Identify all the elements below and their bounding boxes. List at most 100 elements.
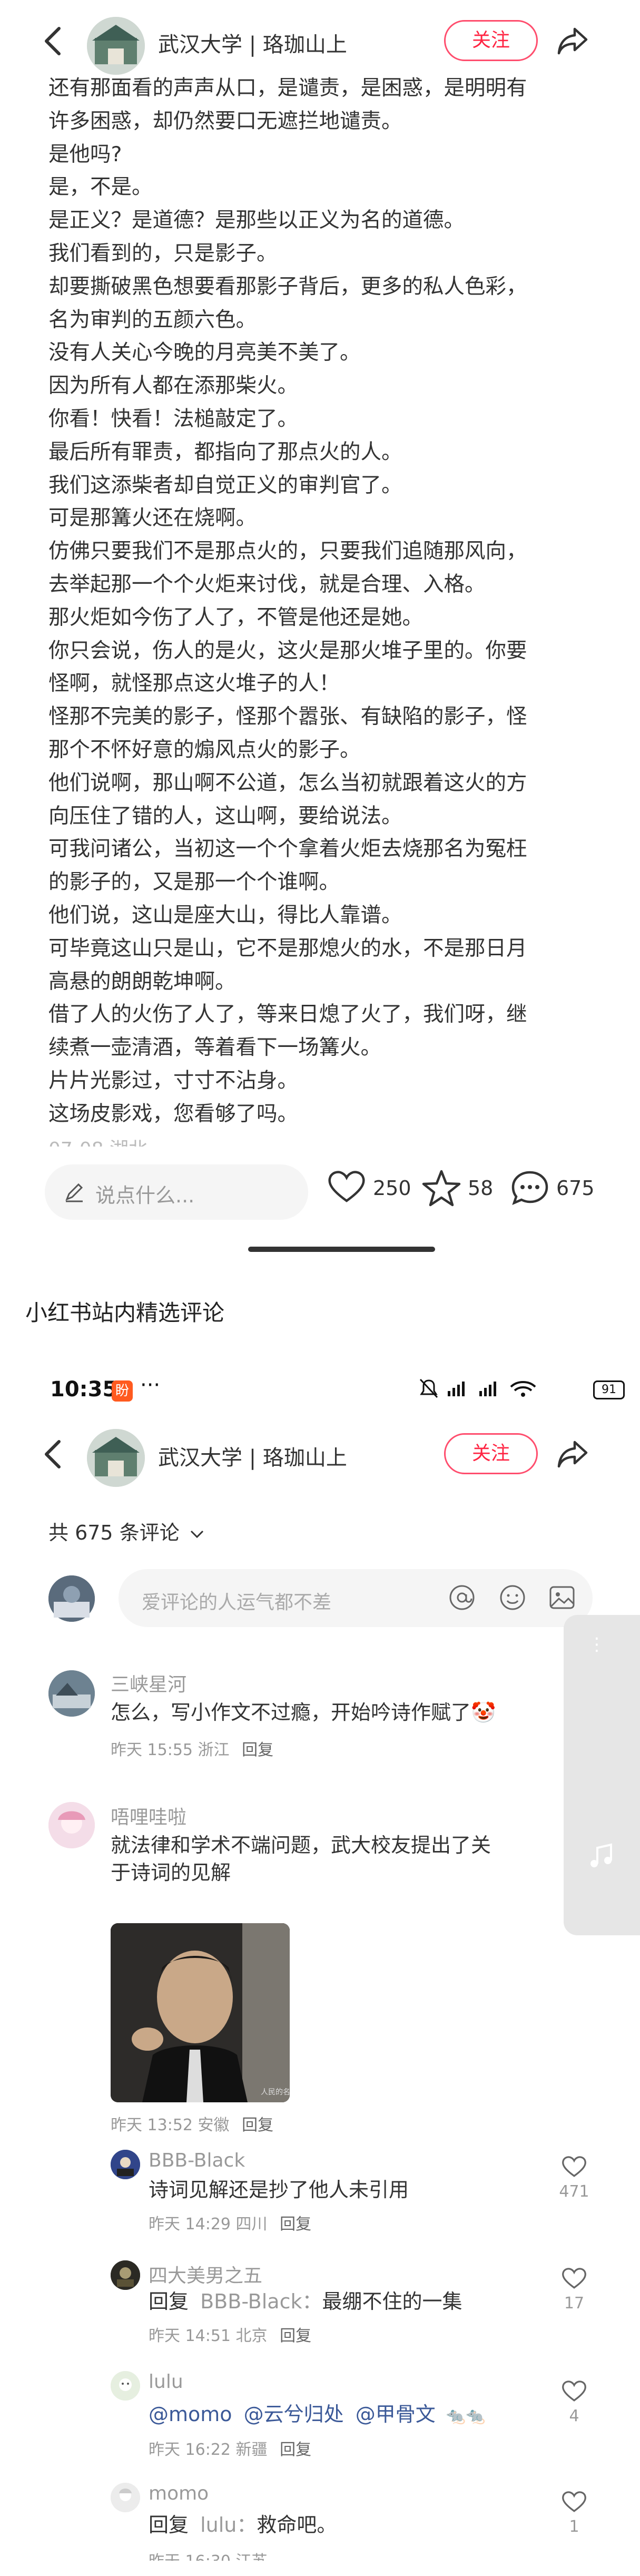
music-note-icon xyxy=(590,1843,612,1867)
commenter-avatar[interactable] xyxy=(48,1802,95,1848)
reply-time-location: 昨天 16:30 江苏 xyxy=(149,2552,268,2561)
mention-link[interactable]: @甲骨文 xyxy=(356,2403,436,2426)
emoji-icon[interactable] xyxy=(498,1583,527,1612)
article-line: 因为所有人都在添那柴火。 xyxy=(48,374,298,398)
replier-avatar[interactable] xyxy=(111,2371,140,2401)
replier-name[interactable]: BBB-Black xyxy=(149,2150,245,2171)
article-line: 那个不怀好意的煽风点火的影子。 xyxy=(48,737,361,762)
chevron-down-icon xyxy=(190,1530,203,1539)
article-line: 是正义？是道德？是那些以正义为名的道德。 xyxy=(48,208,465,233)
reply-text: 诗词见解还是抄了他人未引用 xyxy=(149,2178,409,2201)
back-arrow-icon[interactable] xyxy=(42,1438,63,1470)
comment-bubble-icon xyxy=(511,1171,548,1206)
reply-target[interactable]: lulu： xyxy=(200,2513,257,2536)
reply-like-count: 17 xyxy=(564,2294,585,2313)
comment-count-header[interactable]: 共 675 条评论 xyxy=(48,1516,205,1545)
comment-input-box[interactable]: 爱评论的人运气都不差 xyxy=(119,1569,593,1627)
commenter-avatar[interactable] xyxy=(48,1670,95,1717)
post-date: 07-08 湖北 xyxy=(48,1134,147,1147)
reply-button[interactable]: 回复 xyxy=(280,2441,311,2459)
reply-text: @momo @云兮归处 @甲骨文 🐀🐀 xyxy=(149,2401,486,2430)
heart-icon xyxy=(562,2156,586,2177)
at-mention-icon[interactable] xyxy=(447,1583,477,1612)
article-line: 的影子的，又是那一个个谁啊。 xyxy=(48,870,340,895)
article-line: 去举起那一个个火炬来讨伐，就是合理、入格。 xyxy=(48,572,486,596)
article-line: 是他吗? xyxy=(48,142,122,166)
account-avatar[interactable] xyxy=(87,1429,145,1487)
heart-icon xyxy=(562,2268,586,2289)
reply-target[interactable]: BBB-Black： xyxy=(200,2290,322,2313)
article-line: 可是那篝火还在烧啊。 xyxy=(48,506,257,531)
article-line: 片片光影过，寸寸不沾身。 xyxy=(48,1068,298,1093)
article-body: 还有那面看的声声从口，是谴责，是困惑，是明明有 许多困惑，却仍然要口无遮拦地谴责。… xyxy=(48,72,596,1131)
follow-button[interactable]: 关注 xyxy=(444,20,538,61)
reply-like-button[interactable]: 17 xyxy=(558,2267,590,2313)
replier-avatar[interactable] xyxy=(111,2483,140,2512)
reply-time-location: 昨天 16:22 新疆 xyxy=(149,2441,268,2459)
home-indicator xyxy=(248,1247,435,1252)
article-line: 是，不是。 xyxy=(48,175,153,200)
comment-count-label: 共 675 条评论 xyxy=(48,1521,180,1544)
reply-like-button[interactable]: 1 xyxy=(558,2490,590,2536)
reply-like-button[interactable]: 471 xyxy=(558,2155,590,2201)
mention-link[interactable]: @momo xyxy=(149,2403,232,2426)
article-line: 他们说，这山是座大山，得比人靠谱。 xyxy=(48,903,402,927)
article-line: 最后所有罪责，都指向了那点火的人。 xyxy=(48,439,402,464)
reply-button[interactable]: 回复 xyxy=(242,1741,273,1759)
signal-wifi-icons xyxy=(416,1377,590,1405)
comment-meta: 昨天 15:55 浙江 回复 xyxy=(111,1737,273,1760)
reply-meta: 昨天 16:30 江苏 xyxy=(149,2548,268,2561)
comment-meta: 昨天 13:52 安徽 回复 xyxy=(111,2112,273,2135)
share-icon[interactable] xyxy=(556,1437,589,1471)
reply-button[interactable]: 回复 xyxy=(242,2116,273,2134)
reply-prefix: 回复 xyxy=(149,2513,189,2536)
reply-text: 回复 lulu：救命吧。 xyxy=(149,2511,337,2539)
account-title[interactable]: 武汉大学 | 珞珈山上 xyxy=(158,1441,347,1471)
article-line: 名为审判的五颜六色。 xyxy=(48,307,257,332)
star-count: 58 xyxy=(468,1177,494,1200)
article-line: 我们看到的，只是影子。 xyxy=(48,241,278,266)
article-line: 仿佛只要我们不是那点火的，只要我们追随那风向， xyxy=(48,539,527,564)
reply-button[interactable]: 回复 xyxy=(280,2327,311,2345)
reply-prefix: 回复 xyxy=(149,2290,189,2313)
replier-name[interactable]: momo xyxy=(149,2483,209,2504)
replier-avatar[interactable] xyxy=(111,2150,140,2179)
article-line: 没有人关心今晚的月亮美不美了。 xyxy=(48,340,361,365)
reply-meta: 昨天 14:51 北京 回复 xyxy=(149,2323,311,2346)
reply-like-button[interactable]: 4 xyxy=(558,2379,590,2425)
reply-body: 救命吧。 xyxy=(257,2513,337,2536)
reply-body: 最绷不住的一集 xyxy=(322,2290,462,2313)
mention-link[interactable]: @云兮归处 xyxy=(244,2403,344,2426)
article-line: 这场皮影戏，您看够了吗。 xyxy=(48,1101,298,1126)
account-avatar[interactable] xyxy=(87,17,145,75)
reply-time-location: 昨天 14:29 四川 xyxy=(149,2215,268,2234)
follow-button[interactable]: 关注 xyxy=(444,1433,538,1474)
heart-icon xyxy=(328,1171,365,1202)
reply-like-count: 4 xyxy=(569,2407,579,2425)
comment-time-location: 昨天 15:55 浙江 xyxy=(111,1741,230,1759)
reply-button[interactable]: 回复 xyxy=(280,2215,311,2234)
comment-count: 675 xyxy=(556,1177,595,1200)
comment-input[interactable]: 说点什么... xyxy=(45,1164,308,1220)
floating-side-panel[interactable]: ⋮ xyxy=(564,1615,640,1935)
article-line: 向压住了错的人，这山啊，要给说法。 xyxy=(48,804,402,828)
article-line: 可我问诸公，当初这一个个拿着火炬去烧那名为冤枉 xyxy=(48,837,527,861)
article-line: 怪啊，就怪那点这火堆子的人！ xyxy=(48,671,340,696)
image-icon[interactable] xyxy=(547,1583,577,1612)
comment-image[interactable]: 人民的名义 xyxy=(111,1923,290,2102)
article-line: 借了人的火伤了人了，等来日熄了火了，我们呀，继 xyxy=(48,1002,527,1027)
article-line: 高悬的朗朗乾坤啊。 xyxy=(48,969,236,994)
commenter-name[interactable]: 三峡星河 xyxy=(111,1669,186,1697)
replier-name[interactable]: lulu xyxy=(149,2371,183,2393)
article-line: 那火炬如今伤了人了，不管是他还是她。 xyxy=(48,605,423,630)
comment-placeholder: 说点什么... xyxy=(95,1184,195,1207)
replier-name[interactable]: 四大美男之五 xyxy=(149,2260,262,2288)
heart-icon xyxy=(562,2381,586,2402)
account-title[interactable]: 武汉大学 | 珞珈山上 xyxy=(158,27,347,58)
section-title: 小红书站内精选评论 xyxy=(25,1300,225,1326)
back-arrow-icon[interactable] xyxy=(42,25,63,57)
share-icon[interactable] xyxy=(556,24,589,57)
commenter-name[interactable]: 唔哩哇啦 xyxy=(111,1802,186,1829)
pen-icon xyxy=(65,1183,83,1202)
replier-avatar[interactable] xyxy=(111,2260,140,2290)
